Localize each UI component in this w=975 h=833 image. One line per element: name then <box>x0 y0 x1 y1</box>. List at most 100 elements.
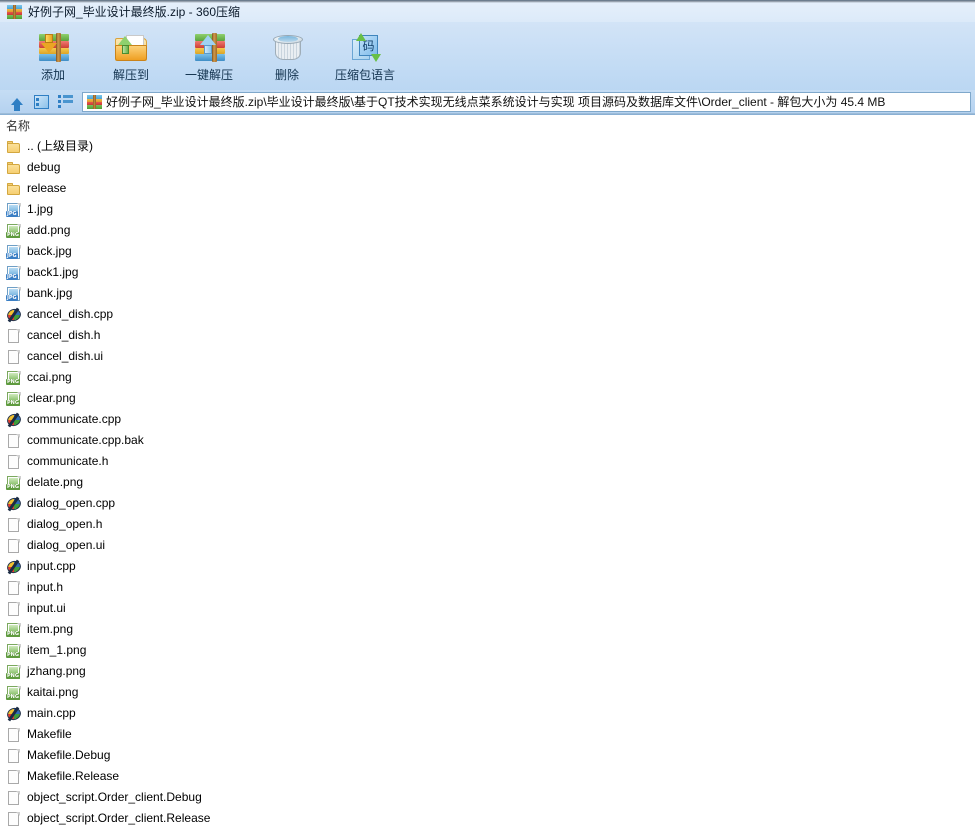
file-row[interactable]: communicate.cpp <box>5 409 975 430</box>
file-name: ccai.png <box>27 370 72 384</box>
file-name: back.jpg <box>27 244 72 258</box>
file-name: bank.jpg <box>27 286 73 300</box>
file-list[interactable]: .. (上级目录) debug release JPG 1.jpg PNG add.png J… <box>0 136 975 829</box>
file-name: debug <box>27 160 61 174</box>
extract-to-folder-icon <box>111 29 151 65</box>
add-button[interactable]: 添加 <box>14 24 92 88</box>
file-name: .. (上级目录) <box>27 139 93 153</box>
document-icon <box>6 517 22 533</box>
document-icon <box>6 349 22 365</box>
file-row[interactable]: communicate.cpp.bak <box>6 430 975 451</box>
file-name: delate.png <box>27 475 84 489</box>
file-row[interactable]: object_script.Order_client.Debug <box>6 787 975 808</box>
jpg-image-icon: JPG <box>6 286 22 302</box>
document-icon <box>6 580 22 596</box>
archive-manager-window: 好例子网_毕业设计最终版.zip - 360压缩 添加 解压到 一键解压 删除 … <box>0 0 975 833</box>
file-row[interactable]: Makefile.Debug <box>6 745 975 766</box>
document-icon <box>6 328 22 344</box>
file-name: jzhang.png <box>27 664 86 678</box>
file-name: Makefile <box>27 727 72 741</box>
file-row[interactable]: cancel_dish.cpp <box>5 304 975 325</box>
one-click-extract-icon <box>189 29 229 65</box>
file-row[interactable]: dialog_open.ui <box>6 535 975 556</box>
cpp-source-icon <box>5 306 23 323</box>
document-icon <box>6 433 22 449</box>
file-name: cancel_dish.cpp <box>27 307 114 321</box>
extract-to-button[interactable]: 解压到 <box>92 24 170 88</box>
column-header-name[interactable]: 名称 <box>0 115 975 136</box>
folder-icon <box>6 160 22 176</box>
file-row[interactable]: input.cpp <box>5 556 975 577</box>
window-chrome: 好例子网_毕业设计最终版.zip - 360压缩 添加 解压到 一键解压 删除 … <box>0 0 975 115</box>
png-image-icon: PNG <box>6 685 22 701</box>
file-row[interactable]: input.h <box>6 577 975 598</box>
file-name: communicate.cpp <box>27 412 122 426</box>
file-row[interactable]: PNG kaitai.png <box>6 682 975 703</box>
archive-icon <box>7 4 22 19</box>
file-row[interactable]: JPG back.jpg <box>6 241 975 262</box>
add-button-label: 添加 <box>40 68 65 82</box>
file-name: dialog_open.ui <box>27 538 106 552</box>
file-row[interactable]: PNG delate.png <box>6 472 975 493</box>
png-image-icon: PNG <box>6 643 22 659</box>
file-name: cancel_dish.ui <box>27 349 104 363</box>
archive-language-button[interactable]: 码 压缩包语言 <box>326 24 404 88</box>
cpp-source-icon <box>5 411 23 428</box>
file-row[interactable]: dialog_open.h <box>6 514 975 535</box>
list-view-icon[interactable] <box>54 92 76 112</box>
add-archive-icon <box>33 29 73 65</box>
file-name: Makefile.Debug <box>27 748 111 762</box>
file-name: release <box>27 181 67 195</box>
file-name: 1.jpg <box>27 202 54 216</box>
file-row[interactable]: PNG item_1.png <box>6 640 975 661</box>
preview-panel-icon[interactable] <box>30 92 52 112</box>
file-row[interactable]: debug <box>6 157 975 178</box>
file-name: item.png <box>27 622 74 636</box>
file-name: kaitai.png <box>27 685 79 699</box>
file-name: dialog_open.cpp <box>27 496 116 510</box>
file-row[interactable]: object_script.Order_client.Release <box>6 808 975 829</box>
file-name: input.ui <box>27 601 66 615</box>
file-row[interactable]: Makefile <box>6 724 975 745</box>
file-name: object_script.Order_client.Release <box>27 811 211 825</box>
file-row[interactable]: JPG bank.jpg <box>6 283 975 304</box>
up-arrow-icon[interactable] <box>6 92 28 112</box>
file-row[interactable]: PNG ccai.png <box>6 367 975 388</box>
file-row[interactable]: PNG jzhang.png <box>6 661 975 682</box>
file-row[interactable]: PNG item.png <box>6 619 975 640</box>
window-title: 好例子网_毕业设计最终版.zip - 360压缩 <box>28 4 241 19</box>
file-name: add.png <box>27 223 71 237</box>
column-header-name-label: 名称 <box>6 118 31 133</box>
archive-language-button-label: 压缩包语言 <box>334 68 395 82</box>
file-row[interactable]: JPG back1.jpg <box>6 262 975 283</box>
archive-language-icon: 码 <box>345 29 385 65</box>
archive-icon <box>87 94 102 109</box>
file-row[interactable]: input.ui <box>6 598 975 619</box>
file-row[interactable]: .. (上级目录) <box>6 136 975 157</box>
file-row[interactable]: cancel_dish.h <box>6 325 975 346</box>
file-row[interactable]: dialog_open.cpp <box>5 493 975 514</box>
file-row[interactable]: main.cpp <box>5 703 975 724</box>
file-row[interactable]: PNG add.png <box>6 220 975 241</box>
jpg-image-icon: JPG <box>6 202 22 218</box>
cpp-source-icon <box>5 558 23 575</box>
path-input[interactable]: 好例子网_毕业设计最终版.zip\毕业设计最终版\基于QT技术实现无线点菜系统设… <box>82 91 971 112</box>
file-name: item_1.png <box>27 643 87 657</box>
png-image-icon: PNG <box>6 622 22 638</box>
png-image-icon: PNG <box>6 475 22 491</box>
file-name: main.cpp <box>27 706 76 720</box>
document-icon <box>6 769 22 785</box>
file-row[interactable]: release <box>6 178 975 199</box>
file-row[interactable]: communicate.h <box>6 451 975 472</box>
file-row[interactable]: JPG 1.jpg <box>6 199 975 220</box>
document-icon <box>6 454 22 470</box>
delete-button[interactable]: 删除 <box>248 24 326 88</box>
toolbar: 添加 解压到 一键解压 删除 码 压缩包语言 <box>0 22 975 90</box>
file-row[interactable]: cancel_dish.ui <box>6 346 975 367</box>
file-row[interactable]: Makefile.Release <box>6 766 975 787</box>
one-click-extract-button[interactable]: 一键解压 <box>170 24 248 88</box>
file-row[interactable]: PNG clear.png <box>6 388 975 409</box>
png-image-icon: PNG <box>6 391 22 407</box>
trash-icon <box>267 29 307 65</box>
one-click-extract-button-label: 一键解压 <box>184 68 233 82</box>
